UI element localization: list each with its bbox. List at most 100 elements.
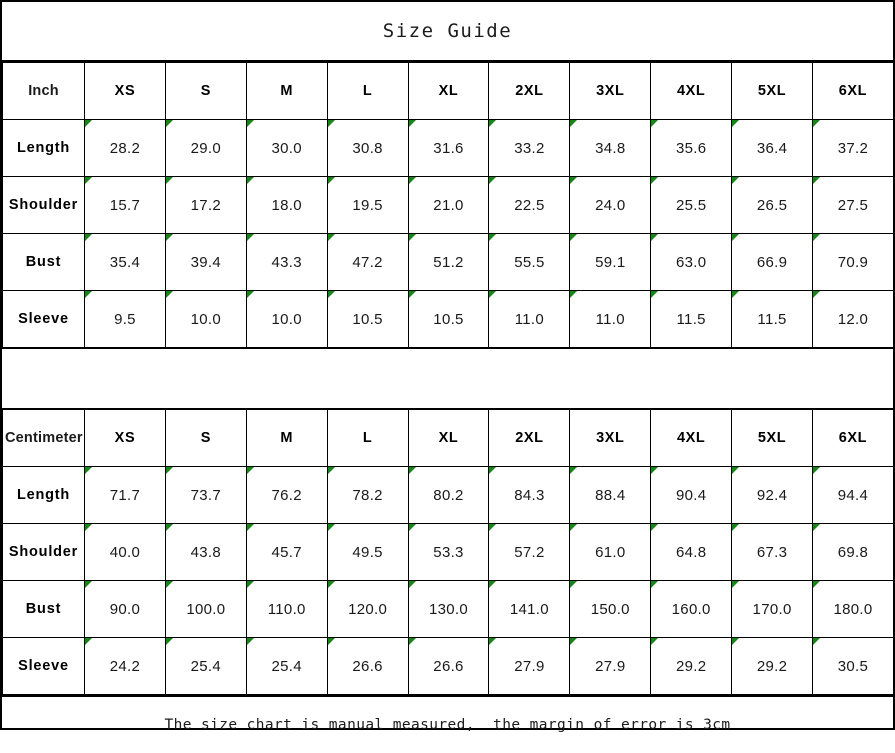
green-corner-triangle-icon	[732, 234, 740, 241]
green-corner-triangle-icon	[732, 467, 740, 474]
table-row: Shoulder 40.0 43.8 45.7 49.5 53.3 57.2 6…	[2, 523, 894, 581]
cm-length-2xl: 84.3	[488, 466, 571, 524]
inch-shoulder-l: 19.5	[326, 176, 409, 234]
green-corner-triangle-icon	[166, 291, 173, 298]
cell-value: 67.3	[756, 543, 788, 561]
cm-sleeve-3xl: 27.9	[569, 637, 652, 695]
cell-value: 26.6	[433, 657, 464, 675]
cm-sleeve-xs: 24.2	[84, 637, 166, 695]
cell-value: 27.9	[514, 657, 545, 675]
green-corner-triangle-icon	[732, 524, 740, 531]
cell-value: 43.8	[190, 543, 222, 561]
green-corner-triangle-icon	[570, 120, 578, 127]
green-corner-triangle-icon	[489, 234, 497, 241]
cm-col-header-5xl: 5XL	[731, 409, 814, 467]
cm-shoulder-xl: 53.3	[407, 523, 490, 581]
cell-value: 40.0	[109, 543, 141, 561]
inch-length-6xl: 37.2	[812, 119, 894, 177]
green-corner-triangle-icon	[409, 120, 416, 127]
green-corner-triangle-icon	[409, 291, 416, 298]
cell-value: 11.5	[676, 310, 706, 328]
cell-value: 29.0	[190, 139, 222, 157]
centimeter-header-row: Centimeter XS S M L XL 2XL 3XL 4XL 5XL 6…	[2, 409, 894, 467]
cm-col-header-xs: XS	[84, 409, 166, 467]
cell-value: 69.8	[837, 543, 869, 561]
green-corner-triangle-icon	[813, 467, 821, 474]
cell-value: 26.5	[756, 196, 788, 214]
cell-value: 22.5	[514, 196, 545, 214]
cell-value: 25.4	[190, 657, 222, 675]
cell-value: 33.2	[514, 139, 545, 157]
cell-value: 10.0	[190, 310, 222, 328]
green-corner-triangle-icon	[166, 177, 173, 184]
green-corner-triangle-icon	[409, 234, 416, 241]
table-row: Shoulder 15.7 17.2 18.0 19.5 21.0 22.5 2…	[2, 176, 894, 234]
cell-value: 71.7	[109, 486, 141, 504]
inch-bust-s: 39.4	[164, 233, 247, 291]
cell-value: 27.9	[595, 657, 626, 675]
green-corner-triangle-icon	[570, 524, 578, 531]
cell-value: 73.7	[190, 486, 222, 504]
cell-value: 70.9	[837, 253, 869, 271]
inch-length-3xl: 34.8	[569, 119, 652, 177]
cm-shoulder-3xl: 61.0	[569, 523, 652, 581]
green-corner-triangle-icon	[813, 234, 821, 241]
green-corner-triangle-icon	[651, 581, 659, 588]
green-corner-triangle-icon	[247, 177, 254, 184]
green-corner-triangle-icon	[166, 581, 173, 588]
cell-value: 9.5	[114, 310, 136, 328]
inch-col-header-3xl: 3XL	[569, 62, 652, 120]
table-row: Length 28.2 29.0 30.0 30.8 31.6 33.2 34.…	[2, 119, 894, 177]
green-corner-triangle-icon	[570, 467, 578, 474]
inch-sleeve-2xl: 11.0	[488, 290, 571, 348]
cell-value: 51.2	[433, 253, 464, 271]
green-corner-triangle-icon	[85, 581, 92, 588]
inch-sleeve-s: 10.0	[164, 290, 247, 348]
inch-bust-l: 47.2	[326, 233, 409, 291]
inch-row-label-sleeve: Sleeve	[2, 290, 85, 348]
inch-table-body: Inch XS S M L XL 2XL 3XL 4XL 5XL 6XL Len…	[2, 62, 894, 348]
cell-value: 37.2	[837, 139, 869, 157]
inch-shoulder-3xl: 24.0	[569, 176, 652, 234]
inch-col-header-2xl: 2XL	[488, 62, 571, 120]
cell-value: 120.0	[348, 600, 388, 618]
inch-row-label-length: Length	[2, 119, 85, 177]
cm-shoulder-l: 49.5	[326, 523, 409, 581]
cm-sleeve-2xl: 27.9	[488, 637, 571, 695]
cell-value: 15.7	[109, 196, 141, 214]
inch-bust-6xl: 70.9	[812, 233, 894, 291]
green-corner-triangle-icon	[247, 581, 254, 588]
green-corner-triangle-icon	[651, 524, 659, 531]
cm-bust-l: 120.0	[326, 580, 409, 638]
green-corner-triangle-icon	[651, 467, 659, 474]
cell-value: 18.0	[271, 196, 302, 214]
cm-length-6xl: 94.4	[812, 466, 894, 524]
inch-bust-2xl: 55.5	[488, 233, 571, 291]
cm-col-header-l: L	[326, 409, 409, 467]
cell-value: 57.2	[514, 543, 545, 561]
title-row: Size Guide	[2, 2, 893, 62]
inch-unit-header: Inch	[2, 62, 85, 120]
green-corner-triangle-icon	[651, 120, 659, 127]
cm-bust-xs: 90.0	[84, 580, 166, 638]
cm-sleeve-m: 25.4	[245, 637, 328, 695]
green-corner-triangle-icon	[651, 638, 659, 645]
inch-bust-5xl: 66.9	[731, 233, 814, 291]
cm-sleeve-l: 26.6	[326, 637, 409, 695]
cm-shoulder-s: 43.8	[164, 523, 247, 581]
green-corner-triangle-icon	[166, 638, 173, 645]
green-corner-triangle-icon	[328, 638, 335, 645]
cell-value: 29.2	[675, 657, 707, 675]
inch-col-header-s: S	[164, 62, 247, 120]
cell-value: 63.0	[675, 253, 707, 271]
green-corner-triangle-icon	[651, 177, 659, 184]
green-corner-triangle-icon	[732, 638, 740, 645]
centimeter-table-body: Centimeter XS S M L XL 2XL 3XL 4XL 5XL 6…	[2, 409, 894, 695]
green-corner-triangle-icon	[570, 177, 578, 184]
green-corner-triangle-icon	[328, 291, 335, 298]
cm-shoulder-2xl: 57.2	[488, 523, 571, 581]
cell-value: 141.0	[509, 600, 549, 618]
cm-length-l: 78.2	[326, 466, 409, 524]
cell-value: 92.4	[756, 486, 788, 504]
inch-bust-m: 43.3	[245, 233, 328, 291]
